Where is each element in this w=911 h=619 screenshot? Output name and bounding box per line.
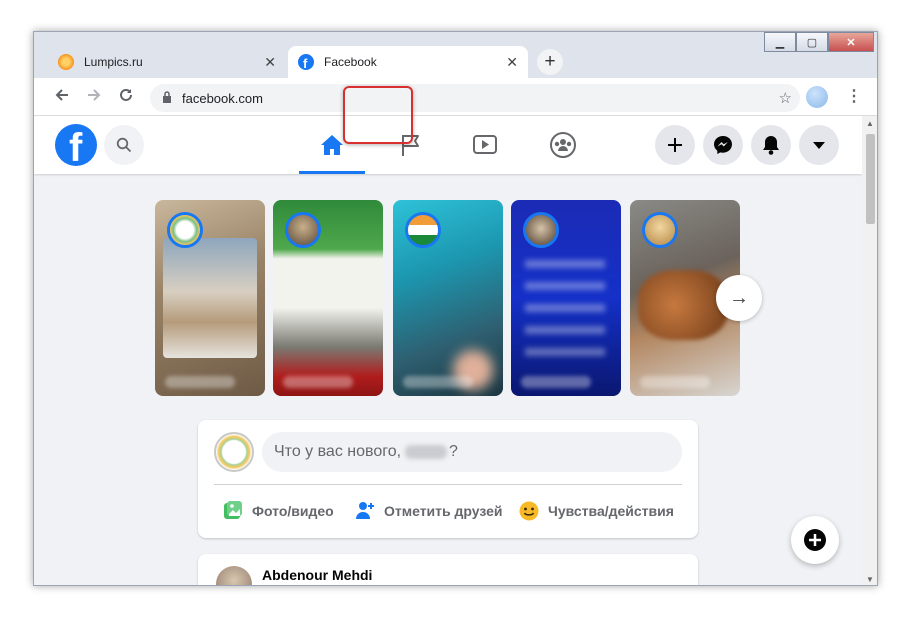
- story-author-name: [521, 376, 591, 388]
- tab-facebook[interactable]: f Facebook ✕: [288, 46, 528, 78]
- messenger-button[interactable]: [703, 125, 743, 165]
- story-author-name: [403, 376, 473, 388]
- story-preview: [163, 238, 257, 358]
- profile-avatar[interactable]: [806, 86, 828, 108]
- composer-prompt-suffix: ?: [449, 443, 458, 460]
- facebook-logo[interactable]: f: [55, 124, 97, 166]
- tab-watch[interactable]: [452, 116, 518, 174]
- stories-next-button[interactable]: →: [716, 275, 762, 321]
- tab-lumpics[interactable]: Lumpics.ru ✕: [48, 46, 286, 78]
- logo-letter: f: [69, 126, 83, 166]
- browser-window: ▁ ▢ ✕ Lumpics.ru ✕ f Facebook ✕ + facebo…: [33, 31, 878, 586]
- photo-video-icon: [224, 501, 242, 519]
- story-card[interactable]: [393, 200, 503, 396]
- tag-friends-button[interactable]: Отметить друзей: [354, 500, 503, 522]
- new-message-button[interactable]: [791, 516, 839, 564]
- minimize-button[interactable]: ▁: [764, 32, 796, 52]
- facebook-favicon: f: [298, 54, 314, 71]
- page-scrollbar[interactable]: ▲ ▼: [862, 116, 877, 585]
- feeling-activity-button[interactable]: Чувства/действия: [518, 500, 674, 522]
- lock-icon: [162, 90, 172, 106]
- search-icon: [116, 137, 132, 153]
- video-play-icon: [473, 135, 497, 154]
- messenger-icon: [714, 136, 732, 154]
- story-preview: [525, 260, 605, 360]
- post-composer: Что у вас нового, ? Фото/видео Отметить …: [198, 420, 698, 538]
- arrow-right-icon: →: [729, 286, 749, 309]
- story-card[interactable]: [273, 200, 383, 396]
- groups-icon: [550, 132, 576, 158]
- bookmark-star-icon[interactable]: ☆: [779, 89, 792, 107]
- feeling-icon: [519, 501, 539, 521]
- back-arrow-icon[interactable]: [54, 87, 70, 108]
- story-avatar: [167, 212, 203, 248]
- story-avatar: [523, 212, 559, 248]
- story-preview: [638, 270, 728, 340]
- post-author-avatar[interactable]: [216, 566, 252, 585]
- home-icon: [321, 135, 343, 155]
- action-label: Чувства/действия: [548, 503, 674, 519]
- user-avatar[interactable]: [214, 432, 254, 472]
- reload-icon[interactable]: [118, 87, 134, 108]
- story-author-name: [165, 376, 235, 388]
- story-avatar: [405, 212, 441, 248]
- post-author-name[interactable]: Abdenour Mehdi: [262, 567, 372, 583]
- compose-plus-icon: [804, 529, 826, 551]
- maximize-button[interactable]: ▢: [796, 32, 828, 52]
- story-card[interactable]: [155, 200, 265, 396]
- title-bar: ▁ ▢ ✕ Lumpics.ru ✕ f Facebook ✕ +: [34, 32, 877, 78]
- new-tab-button[interactable]: +: [537, 49, 563, 75]
- feed-post: Abdenour Mehdi: [198, 554, 698, 585]
- facebook-page: f → Что у вас нового, ? Фото/видео Отмет…: [34, 116, 862, 585]
- tag-friends-icon: [356, 502, 374, 519]
- story-card[interactable]: [511, 200, 621, 396]
- story-author-name: [283, 376, 353, 388]
- close-tab-icon[interactable]: ✕: [264, 54, 276, 71]
- browser-toolbar: facebook.com ☆ ⋮: [34, 78, 877, 116]
- tab-groups[interactable]: [530, 116, 596, 174]
- search-button[interactable]: [104, 125, 144, 165]
- scroll-down-icon[interactable]: ▼: [866, 575, 874, 584]
- composer-input[interactable]: Что у вас нового, ?: [262, 432, 682, 472]
- address-bar[interactable]: facebook.com ☆: [150, 84, 800, 112]
- notifications-button[interactable]: [751, 125, 791, 165]
- browser-menu-icon[interactable]: ⋮: [846, 86, 862, 106]
- story-author-name: [640, 376, 710, 388]
- facebook-header: f: [34, 116, 862, 174]
- close-window-button[interactable]: ✕: [828, 32, 874, 52]
- scroll-up-icon[interactable]: ▲: [866, 119, 874, 128]
- tab-title: Lumpics.ru: [84, 55, 143, 69]
- create-button[interactable]: [655, 125, 695, 165]
- action-label: Отметить друзей: [384, 503, 503, 519]
- redacted-username: [405, 445, 448, 459]
- svg-text:f: f: [303, 56, 308, 70]
- story-avatar: [285, 212, 321, 248]
- story-avatar: [642, 212, 678, 248]
- composer-prompt-prefix: Что у вас нового,: [274, 443, 402, 460]
- notifications-bell-icon: [763, 136, 779, 155]
- divider: [214, 484, 682, 485]
- plus-icon: [668, 138, 682, 152]
- lumpics-favicon: [58, 54, 74, 70]
- address-text: facebook.com: [182, 90, 263, 106]
- forward-arrow-icon[interactable]: [86, 87, 102, 108]
- account-dropdown-icon: [813, 142, 825, 149]
- scrollbar-thumb[interactable]: [866, 134, 875, 224]
- tab-title: Facebook: [324, 55, 377, 69]
- action-label: Фото/видео: [252, 503, 334, 519]
- window-controls: ▁ ▢ ✕: [764, 32, 874, 52]
- pages-tab-highlight: [343, 86, 413, 144]
- photo-video-button[interactable]: Фото/видео: [222, 500, 334, 522]
- account-menu-button[interactable]: [799, 125, 839, 165]
- close-tab-icon[interactable]: ✕: [506, 54, 518, 71]
